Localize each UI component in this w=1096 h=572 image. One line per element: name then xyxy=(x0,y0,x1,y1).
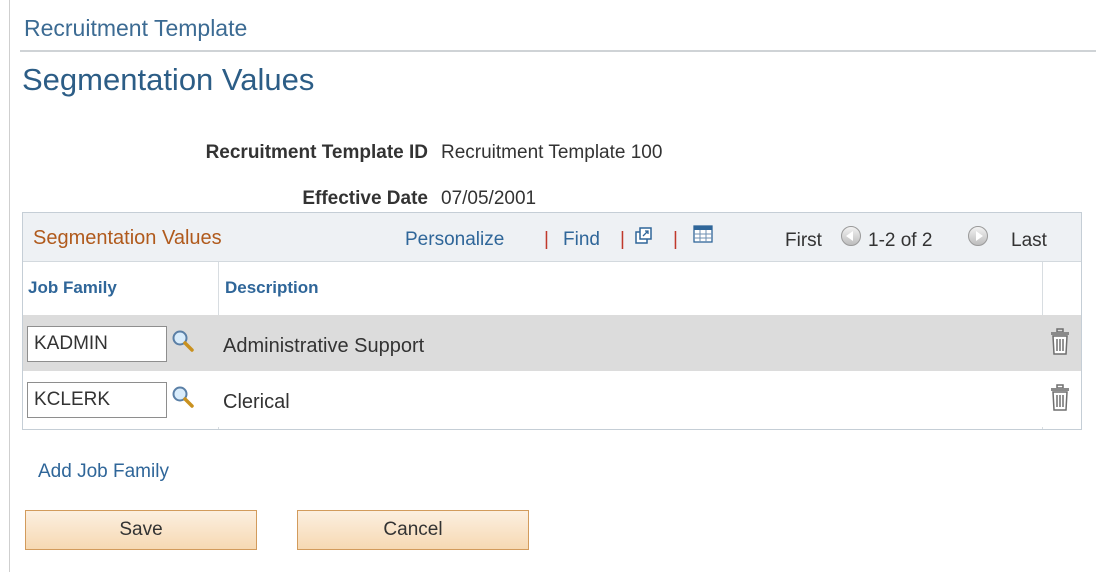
description-text: Clerical xyxy=(223,391,290,413)
separator: | xyxy=(673,229,678,250)
job-family-input[interactable] xyxy=(27,382,167,418)
column-header-row: Job Family Description xyxy=(23,262,1081,313)
separator: | xyxy=(544,229,549,250)
magnifier-icon[interactable] xyxy=(171,329,195,353)
effective-date-label: Effective Date xyxy=(302,188,428,209)
trash-icon[interactable] xyxy=(1049,328,1071,356)
left-border xyxy=(9,0,10,572)
magnifier-icon[interactable] xyxy=(171,385,195,409)
personalize-link[interactable]: Personalize xyxy=(405,229,504,251)
range-label: 1-2 of 2 xyxy=(868,230,933,251)
template-id-value: Recruitment Template 100 xyxy=(441,142,663,163)
arrow-left-icon[interactable] xyxy=(841,226,861,246)
column-header-job-family[interactable]: Job Family xyxy=(28,278,117,298)
grid-header: Segmentation Values Personalize | Find |… xyxy=(23,213,1081,262)
new-window-icon[interactable] xyxy=(635,227,653,245)
grid-title: Segmentation Values xyxy=(33,227,222,249)
description-text: Administrative Support xyxy=(223,335,425,357)
page-title: Segmentation Values xyxy=(22,62,315,97)
arrow-right-icon[interactable] xyxy=(968,226,988,246)
cancel-button[interactable]: Cancel xyxy=(297,510,529,550)
page: Recruitment Template Segmentation Values… xyxy=(0,0,1096,572)
spreadsheet-icon[interactable] xyxy=(693,225,713,243)
save-button[interactable]: Save xyxy=(25,510,257,550)
column-header-description[interactable]: Description xyxy=(225,278,319,298)
table-row: Administrative Support xyxy=(23,315,1081,371)
add-job-family-link[interactable]: Add Job Family xyxy=(38,461,169,483)
header-divider xyxy=(20,50,1096,52)
segmentation-grid: Segmentation Values Personalize | Find |… xyxy=(22,212,1082,430)
first-label: First xyxy=(785,230,822,251)
effective-date-value: 07/05/2001 xyxy=(441,188,537,209)
breadcrumb: Recruitment Template xyxy=(24,15,248,41)
trash-icon[interactable] xyxy=(1049,384,1071,412)
template-id-label: Recruitment Template ID xyxy=(205,142,428,163)
separator: | xyxy=(620,229,625,250)
table-row: Clerical xyxy=(23,371,1081,427)
job-family-input[interactable] xyxy=(27,326,167,362)
last-label: Last xyxy=(1011,230,1047,251)
find-link[interactable]: Find xyxy=(563,229,600,251)
